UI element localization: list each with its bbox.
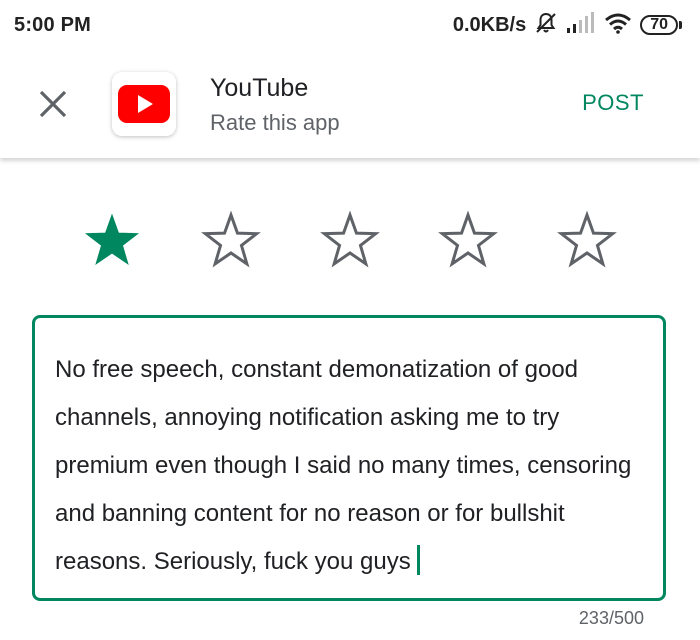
star-outline-icon	[438, 210, 498, 268]
alarm-off-icon	[534, 11, 558, 40]
rate-app-header: YouTube Rate this app POST	[0, 50, 700, 158]
close-icon	[39, 90, 67, 118]
star-3-button[interactable]	[320, 210, 380, 270]
status-time: 5:00 PM	[14, 13, 91, 36]
signal-icon	[566, 11, 596, 39]
star-4-button[interactable]	[438, 210, 498, 270]
text-cursor	[416, 545, 420, 575]
status-bar: 5:00 PM 0.0KB/s 70	[0, 0, 700, 50]
battery-icon: 70	[640, 15, 682, 35]
close-button[interactable]	[30, 81, 76, 127]
star-2-button[interactable]	[201, 210, 261, 270]
review-text-field[interactable]: No free speech, constant demonatization …	[32, 315, 666, 601]
character-count: 233/500	[578, 608, 644, 628]
post-button[interactable]: POST	[582, 90, 644, 116]
star-rating	[0, 210, 700, 280]
review-text: No free speech, constant demonatization …	[55, 356, 632, 575]
page-subtitle: Rate this app	[210, 110, 340, 135]
status-icons: 0.0KB/s 70	[453, 11, 682, 40]
app-name: YouTube	[210, 74, 309, 102]
star-1-button[interactable]	[82, 210, 142, 270]
network-speed: 0.0KB/s	[452, 13, 527, 36]
star-filled-icon	[84, 213, 140, 266]
star-outline-icon	[201, 210, 261, 268]
star-5-button[interactable]	[557, 210, 617, 270]
youtube-app-icon	[112, 72, 176, 136]
wifi-icon	[604, 12, 632, 39]
battery-level: 70	[640, 15, 678, 35]
star-outline-icon	[557, 210, 617, 268]
star-outline-icon	[320, 210, 380, 268]
